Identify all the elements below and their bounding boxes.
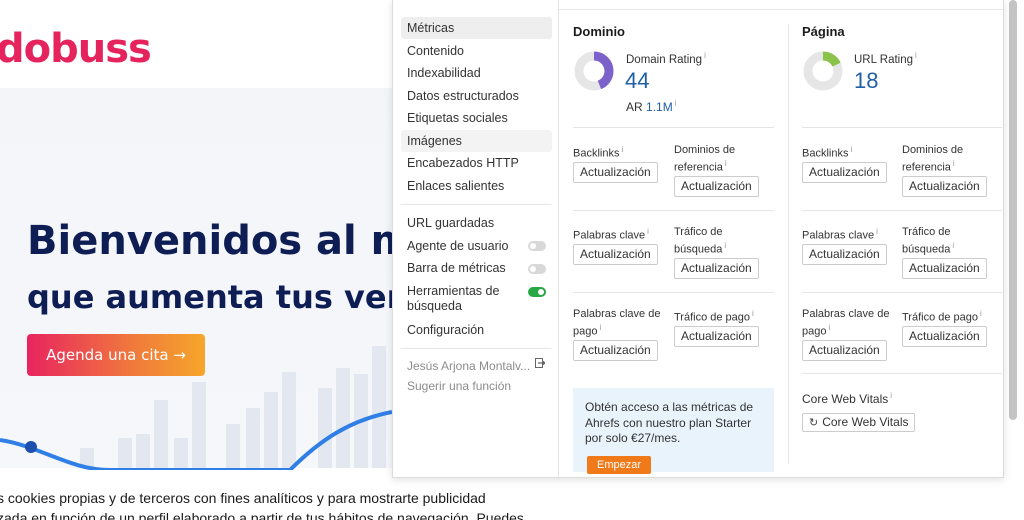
- page-ref-domains-label: Dominios de referencia i: [902, 144, 964, 174]
- upgrade-promo: Obtén acceso a las métricas de Ahrefs co…: [573, 388, 774, 474]
- page-column-title: Página: [802, 24, 845, 39]
- info-icon[interactable]: i: [675, 99, 677, 108]
- page-backlinks-label: Backlinks i: [802, 145, 853, 160]
- divider: [573, 127, 774, 128]
- domain-paid-traffic-update-button[interactable]: Actualización: [674, 326, 759, 347]
- page-keywords-update-button[interactable]: Actualización: [802, 244, 887, 265]
- menu-item-search-tools[interactable]: Herramientas de búsqueda: [401, 284, 521, 316]
- top-divider: [559, 9, 1003, 10]
- domain-traffic-label: Tráfico de búsqueda i: [674, 226, 727, 256]
- domain-keywords-label: Palabras clave i: [573, 227, 649, 242]
- metrics-bar-toggle[interactable]: [528, 264, 546, 274]
- domain-ref-domains-label: Dominios de referencia i: [674, 144, 736, 174]
- user-agent-toggle[interactable]: [528, 241, 546, 251]
- seo-extension-popup: Métricas Contenido Indexabilidad Datos e…: [392, 0, 1004, 478]
- menu-item-imagenes[interactable]: Imágenes: [401, 130, 552, 152]
- screen: dobuss Bienvenidos al m que aumenta tus …: [0, 0, 1024, 520]
- cookie-banner: s cookies propias y de terceros con fine…: [0, 478, 1024, 520]
- core-web-vitals-label: Core Web Vitals i: [802, 391, 893, 406]
- url-rating-ring: [803, 51, 843, 91]
- menu-item-indexabilidad[interactable]: Indexabilidad: [401, 62, 552, 84]
- suggest-feature-link[interactable]: Sugerir una función: [401, 375, 552, 397]
- cookie-text-line-1: s cookies propias y de terceros con fine…: [0, 490, 486, 506]
- menu-item-encabezados-http[interactable]: Encabezados HTTP: [401, 152, 552, 174]
- menu-item-url-guardadas[interactable]: URL guardadas: [401, 212, 552, 234]
- domain-paid-keywords-update-button[interactable]: Actualización: [573, 340, 658, 361]
- page-keywords-label: Palabras clave i: [802, 227, 878, 242]
- page-paid-traffic-label: Tráfico de pago i: [902, 309, 982, 324]
- menu-item-etiquetas-sociales[interactable]: Etiquetas sociales: [401, 107, 552, 129]
- domain-backlinks-update-button[interactable]: Actualización: [573, 162, 658, 183]
- divider: [802, 127, 1002, 128]
- domain-column-title: Dominio: [573, 24, 625, 39]
- scrollbar-thumb[interactable]: [1009, 0, 1017, 420]
- divider: [573, 210, 774, 211]
- logout-icon[interactable]: [535, 358, 546, 368]
- info-icon[interactable]: i: [915, 51, 917, 60]
- refresh-icon: ↻: [809, 417, 819, 429]
- page-ref-domains-update-button[interactable]: Actualización: [902, 176, 987, 197]
- page-backlinks-update-button[interactable]: Actualización: [802, 162, 887, 183]
- menu-item-datos-estructurados[interactable]: Datos estructurados: [401, 85, 552, 107]
- core-web-vitals-button[interactable]: ↻ Core Web Vitals: [802, 413, 916, 432]
- column-divider: [788, 24, 789, 464]
- menu-divider: [401, 204, 551, 205]
- cookie-text-line-2: zada en función de un perfil elaborado a…: [0, 510, 524, 520]
- domain-paid-keywords-label: Palabras clave de pago i: [573, 308, 661, 338]
- divider: [802, 292, 1002, 293]
- page-paid-traffic-update-button[interactable]: Actualización: [902, 326, 987, 347]
- info-icon[interactable]: i: [704, 51, 706, 60]
- site-logo[interactable]: dobuss: [0, 26, 152, 72]
- menu-item-enlaces-salientes[interactable]: Enlaces salientes: [401, 175, 552, 197]
- start-button[interactable]: Empezar: [587, 456, 651, 474]
- hero-title: Bienvenidos al m: [27, 218, 413, 264]
- page-traffic-update-button[interactable]: Actualización: [902, 258, 987, 279]
- url-rating-label: URL Rating i: [854, 51, 917, 66]
- page-paid-keywords-label: Palabras clave de pago i: [802, 308, 890, 338]
- page-paid-keywords-update-button[interactable]: Actualización: [802, 340, 887, 361]
- domain-rating-value: 44: [625, 68, 650, 93]
- book-appointment-button[interactable]: Agenda una cita →: [27, 334, 205, 376]
- promo-text: Obtén acceso a las métricas de Ahrefs co…: [585, 400, 754, 445]
- domain-rating-ring: [574, 51, 614, 91]
- domain-keywords-update-button[interactable]: Actualización: [573, 244, 658, 265]
- menu-item-metricas[interactable]: Métricas: [401, 17, 552, 39]
- domain-ref-domains-update-button[interactable]: Actualización: [674, 176, 759, 197]
- sidebar-menu: Métricas Contenido Indexabilidad Datos e…: [393, 0, 559, 477]
- user-name: Jesús Arjona Montalv...: [407, 359, 531, 373]
- ar-rank: AR 1.1M i: [626, 99, 677, 114]
- hero-subtitle: que aumenta tus ver: [27, 278, 403, 316]
- divider: [802, 210, 1002, 211]
- menu-item-configuracion[interactable]: Configuración: [401, 319, 552, 341]
- search-tools-toggle[interactable]: [528, 287, 546, 297]
- menu-divider-2: [401, 348, 551, 349]
- page-traffic-label: Tráfico de búsqueda i: [902, 226, 955, 256]
- divider: [802, 373, 1002, 374]
- menu-item-contenido[interactable]: Contenido: [401, 40, 552, 62]
- url-rating-value: 18: [854, 68, 879, 93]
- domain-backlinks-label: Backlinks i: [573, 145, 624, 160]
- domain-paid-traffic-label: Tráfico de pago i: [674, 309, 754, 324]
- domain-rating-label: Domain Rating i: [626, 51, 706, 66]
- divider: [573, 292, 774, 293]
- domain-traffic-update-button[interactable]: Actualización: [674, 258, 759, 279]
